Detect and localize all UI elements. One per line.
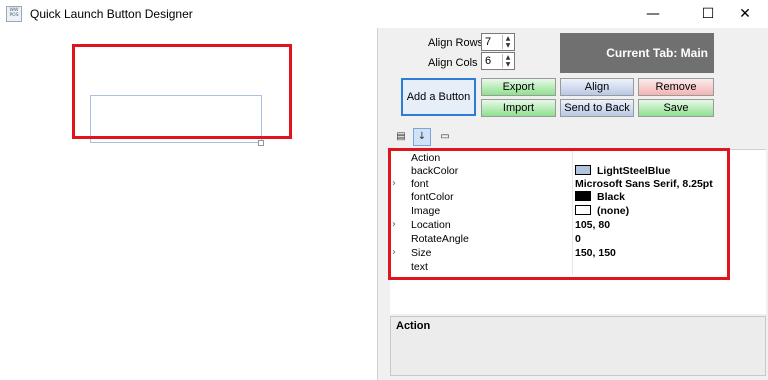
add-button[interactable]: Add a Button [401,78,476,116]
design-canvas[interactable] [0,28,377,380]
property-name: Size [411,247,432,259]
property-row-backcolor[interactable]: backColor LightSteelBlue [390,165,766,179]
property-value[interactable]: 0 [575,233,581,245]
window-title: Quick Launch Button Designer [30,7,193,21]
property-name: backColor [411,165,459,177]
categorized-icon[interactable]: ▤ [392,128,410,146]
align-cols-label: Align Cols [428,57,478,69]
image-swatch [575,205,591,215]
resize-handle[interactable] [258,140,264,146]
control-panel: Align Rows 7 ▲ ▼ Align Cols 6 ▲ ▼ Curren… [377,28,768,380]
property-row-text[interactable]: text [390,261,766,275]
property-name: Location [411,219,451,231]
designer-button-preview[interactable] [90,95,262,143]
property-row-font[interactable]: › font Microsoft Sans Serif, 8.25pt [390,178,766,192]
description-title: Action [396,320,431,332]
property-row-size[interactable]: › Size 150, 150 [390,247,766,261]
spinner-buttons[interactable]: ▲ ▼ [502,35,513,49]
property-pages-icon[interactable]: ▭ [436,128,454,146]
property-row-image[interactable]: Image (none) [390,205,766,219]
property-name: font [411,178,429,190]
color-swatch [575,191,591,201]
property-value-container[interactable]: (none) [575,205,629,217]
import-button[interactable]: Import [481,99,556,117]
spin-down-icon[interactable]: ▼ [503,42,513,49]
property-grid[interactable]: Action backColor LightSteelBlue › font M… [390,149,766,314]
property-name: fontColor [411,191,454,203]
spinner-buttons[interactable]: ▲ ▼ [502,54,513,68]
property-name: RotateAngle [411,233,469,245]
property-value[interactable]: 150, 150 [575,247,616,259]
property-name: text [411,261,428,273]
property-row-location[interactable]: › Location 105, 80 [390,219,766,233]
spin-up-icon[interactable]: ▲ [503,54,513,61]
spin-up-icon[interactable]: ▲ [503,35,513,42]
property-value[interactable]: Black [597,191,625,203]
property-row-fontcolor[interactable]: fontColor Black [390,191,766,205]
expand-chevron-icon[interactable]: › [392,178,404,189]
remove-button[interactable]: Remove [638,78,714,96]
export-button[interactable]: Export [481,78,556,96]
close-button[interactable]: ✕ [722,0,768,28]
property-name: Action [411,152,441,164]
property-name: Image [411,205,441,217]
color-swatch [575,165,591,175]
expand-chevron-icon[interactable]: › [392,219,404,230]
align-button[interactable]: Align [560,78,634,96]
minimize-button[interactable]: — [630,0,676,28]
expand-chevron-icon[interactable]: › [392,247,404,258]
property-value[interactable]: LightSteelBlue [597,165,671,177]
spin-down-icon[interactable]: ▼ [503,61,513,68]
send-to-back-button[interactable]: Send to Back [560,99,634,117]
title-bar: WW POS Quick Launch Button Designer — ☐ … [0,0,768,28]
property-value-container[interactable]: LightSteelBlue [575,165,671,177]
property-row-action[interactable]: Action [390,152,766,166]
align-cols-value[interactable]: 6 [485,55,491,67]
align-cols-spinner[interactable]: 6 ▲ ▼ [481,52,515,70]
current-tab-banner: Current Tab: Main [560,33,714,73]
property-description-pane: Action [390,316,766,376]
property-value[interactable]: 105, 80 [575,219,610,231]
save-button[interactable]: Save [638,99,714,117]
alphabetical-sort-icon[interactable]: ↓ [413,128,431,146]
property-row-rotateangle[interactable]: RotateAngle 0 [390,233,766,247]
property-value[interactable]: (none) [597,205,629,217]
align-rows-value[interactable]: 7 [485,36,491,48]
property-value[interactable]: Microsoft Sans Serif, 8.25pt [575,178,713,190]
align-rows-spinner[interactable]: 7 ▲ ▼ [481,33,515,51]
align-rows-label: Align Rows [428,37,484,49]
app-icon: WW POS [6,6,22,22]
property-value-container[interactable]: Black [575,191,625,203]
